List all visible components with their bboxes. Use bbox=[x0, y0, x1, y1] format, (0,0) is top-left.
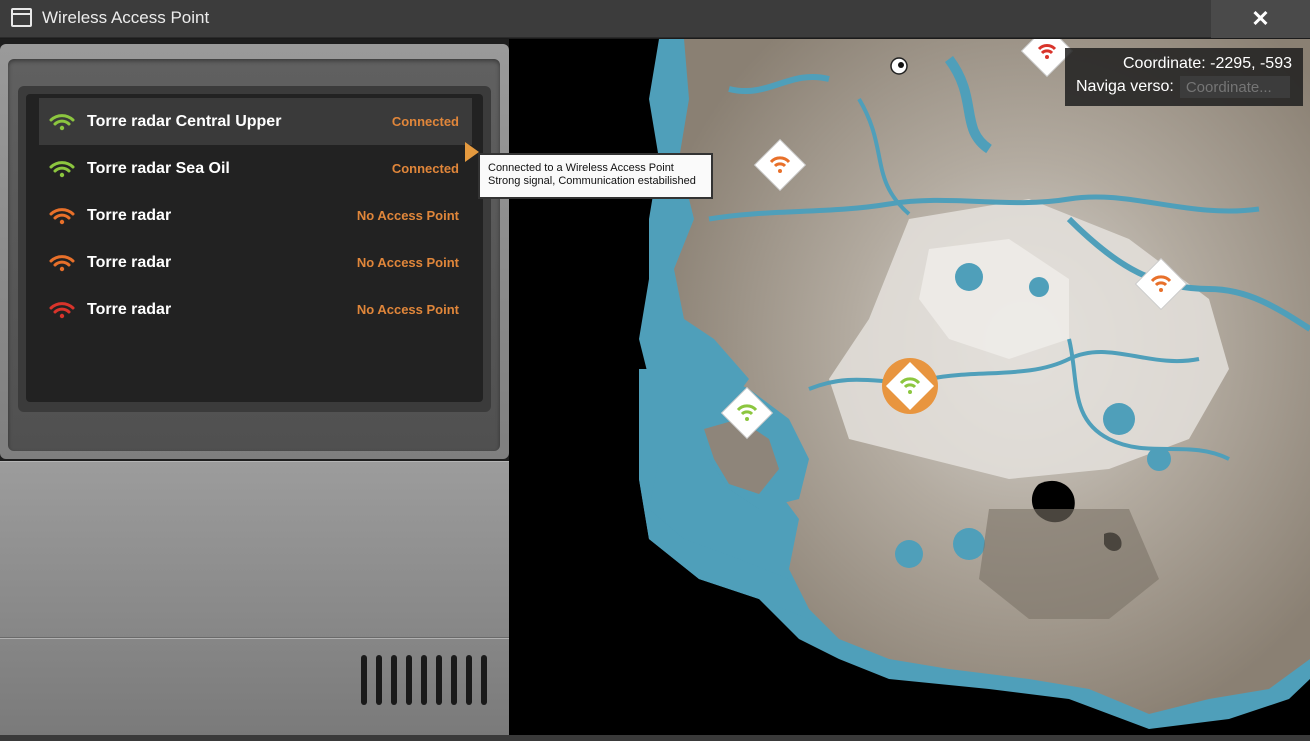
access-point-name: Torre radar bbox=[87, 253, 172, 271]
access-point-row[interactable]: Torre radar No Access Point bbox=[39, 192, 472, 239]
access-point-status: No Access Point bbox=[356, 302, 459, 317]
player-location-icon bbox=[890, 57, 908, 75]
wifi-signal-icon bbox=[49, 159, 79, 179]
tooltip-pointer bbox=[465, 142, 479, 162]
navigate-label: Naviga verso: bbox=[1076, 78, 1174, 95]
access-point-status: No Access Point bbox=[356, 208, 459, 223]
device-bottom-casing bbox=[0, 461, 509, 737]
vent-slot bbox=[466, 655, 472, 705]
map-marker-orange bbox=[1134, 257, 1188, 311]
access-point-name: Torre radar bbox=[87, 206, 172, 224]
access-point-name: Torre radar Central Upper bbox=[87, 112, 282, 130]
wifi-signal-icon bbox=[49, 206, 79, 226]
map-markers bbox=[720, 39, 1188, 440]
access-point-row[interactable]: Torre radar Sea Oil Connected bbox=[39, 145, 472, 192]
vent-slot bbox=[361, 655, 367, 705]
map-view[interactable]: Coordinate: -2295, -593 Naviga verso: bbox=[509, 39, 1310, 735]
access-point-status: Connected bbox=[391, 114, 459, 129]
access-point-row[interactable]: Torre radar Central Upper Connected bbox=[39, 98, 472, 145]
tooltip-line-2: Strong signal, Communication estabilishe… bbox=[488, 175, 696, 187]
vent-slot bbox=[391, 655, 397, 705]
close-button[interactable]: ✕ bbox=[1211, 0, 1310, 38]
vent-slot bbox=[406, 655, 412, 705]
wifi-signal-icon bbox=[49, 300, 79, 320]
screen-frame: Torre radar Central Upper Connected Torre … bbox=[18, 86, 491, 412]
navigate-coordinate-input[interactable] bbox=[1179, 76, 1290, 98]
access-point-name: Torre radar bbox=[87, 300, 172, 318]
device-panel: Torre radar Central Upper Connected Torre … bbox=[0, 39, 509, 741]
vent-slot bbox=[451, 655, 457, 705]
access-point-name: Torre radar Sea Oil bbox=[87, 159, 230, 177]
map-marker-orange bbox=[753, 138, 807, 192]
wifi-signal-icon bbox=[49, 253, 79, 273]
vent-slot bbox=[436, 655, 442, 705]
device-top-casing: Torre radar Central Upper Connected Torre … bbox=[0, 44, 509, 459]
map-marker-green bbox=[720, 386, 774, 440]
wifi-signal-icon bbox=[49, 112, 79, 132]
signal-tooltip: Connected to a Wireless Access Point Str… bbox=[478, 153, 713, 199]
access-point-status: Connected bbox=[391, 161, 459, 176]
vent-grille bbox=[361, 655, 491, 705]
divider bbox=[0, 637, 509, 639]
vent-slot bbox=[481, 655, 487, 705]
access-point-status: No Access Point bbox=[356, 255, 459, 270]
access-point-row[interactable]: Torre radar No Access Point bbox=[39, 286, 472, 333]
bottom-border bbox=[0, 735, 1310, 741]
map-marker-selected bbox=[882, 358, 938, 414]
vent-slot bbox=[376, 655, 382, 705]
coordinate-readout: Coordinate: -2295, -593 bbox=[1123, 55, 1292, 72]
window-title: Wireless Access Point bbox=[42, 8, 210, 27]
coordinate-panel: Coordinate: -2295, -593 Naviga verso: bbox=[1065, 48, 1303, 106]
vent-slot bbox=[421, 655, 427, 705]
title-bar: Wireless Access Point ✕ bbox=[0, 0, 1310, 38]
tooltip-line-1: Connected to a Wireless Access Point bbox=[488, 162, 674, 174]
access-point-list: Torre radar Central Upper Connected Torre … bbox=[26, 94, 483, 402]
window-icon bbox=[11, 8, 32, 27]
access-point-row[interactable]: Torre radar No Access Point bbox=[39, 239, 472, 286]
